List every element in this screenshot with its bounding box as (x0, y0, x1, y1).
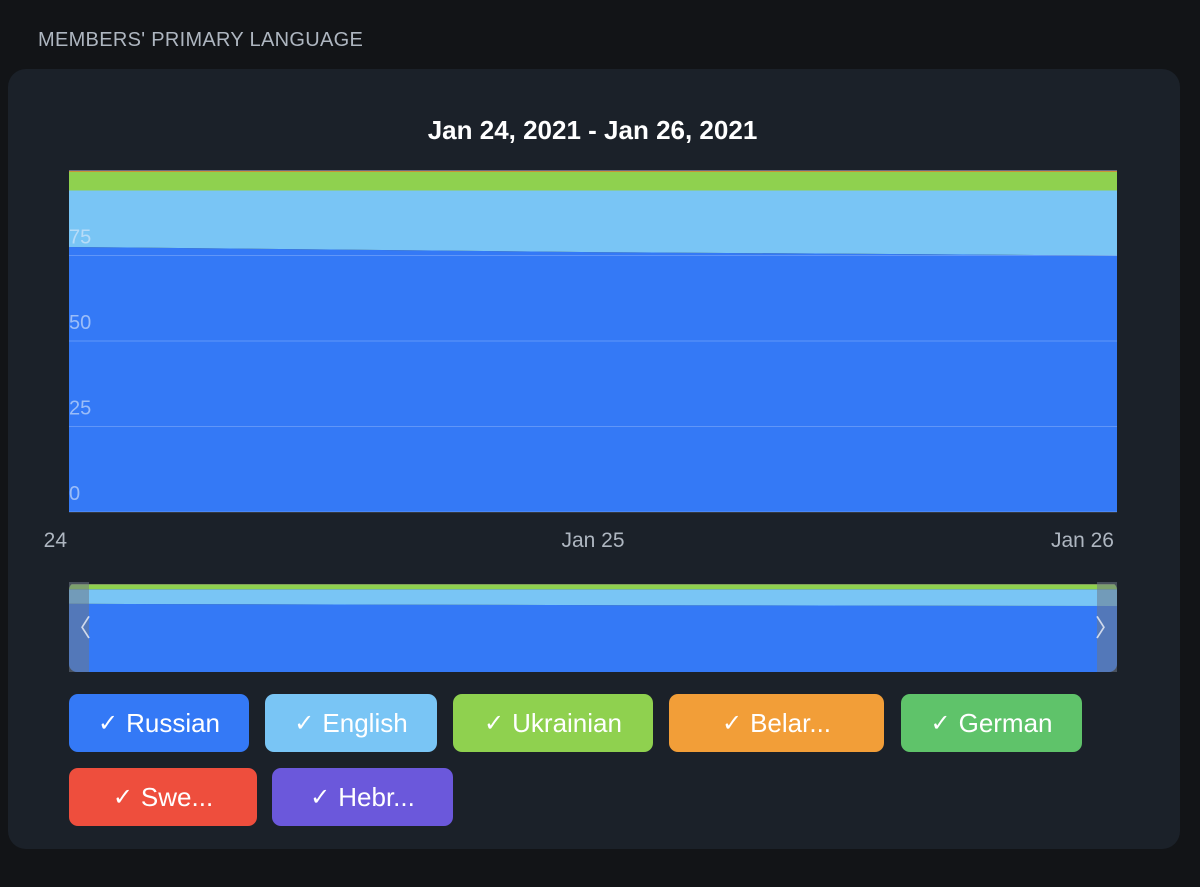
series-area-russian (69, 246, 1117, 512)
legend-toggle-ukrainian[interactable]: ✓ Ukrainian (453, 694, 653, 752)
legend-toggle-belar[interactable]: ✓ Belar... (669, 694, 884, 752)
legend-label: Ukrainian (512, 707, 622, 738)
series-area-belar (69, 171, 1117, 172)
x-tick-label: 24 (44, 529, 68, 552)
nav-area-ukrainian (69, 584, 1117, 590)
legend-label: Belar... (750, 707, 832, 738)
navigator-areas (69, 584, 1117, 672)
stacked-area-chart: 0 25 50 75 24 Jan 25 Jan 26 〈 〉 (44, 170, 1119, 672)
legend-label: Russian (126, 707, 221, 738)
check-icon: ✓ (294, 709, 315, 737)
check-icon: ✓ (721, 709, 743, 737)
y-tick-label: 0 (69, 483, 80, 505)
legend-label: Hebr... (338, 781, 415, 812)
legend-label: German (958, 707, 1053, 738)
nav-area-russian (69, 603, 1117, 672)
y-tick-label: 50 (69, 312, 91, 334)
chevron-icon: 〈 (67, 614, 91, 642)
check-icon: ✓ (310, 783, 331, 811)
x-axis-ticks: 24 Jan 25 Jan 26 (44, 529, 1114, 552)
legend-label: English (322, 707, 408, 738)
check-icon: ✓ (484, 709, 505, 737)
check-icon: ✓ (930, 709, 951, 737)
series-area-english (69, 190, 1117, 256)
y-tick-label: 75 (69, 227, 91, 249)
check-icon: ✓ (97, 709, 119, 737)
x-tick-label: Jan 25 (561, 529, 624, 552)
check-icon: ✓ (112, 783, 133, 811)
legend-toggle-russian[interactable]: ✓ Russian (69, 694, 249, 752)
y-tick-label: 25 (69, 398, 91, 420)
legend-toggle-german[interactable]: ✓ German (901, 694, 1082, 752)
legend-toggle-hebr[interactable]: ✓ Hebr... (272, 768, 453, 826)
nav-area-english (69, 589, 1117, 606)
series-area-ukrainian (69, 171, 1117, 191)
x-tick-label: Jan 26 (1051, 529, 1114, 552)
legend-label: Swe... (140, 781, 214, 812)
legend-toggle-swe[interactable]: ✓ Swe... (69, 768, 257, 826)
legend-toggle-english[interactable]: ✓ English (265, 694, 437, 752)
chevron-icon: 〉 (1095, 614, 1119, 642)
